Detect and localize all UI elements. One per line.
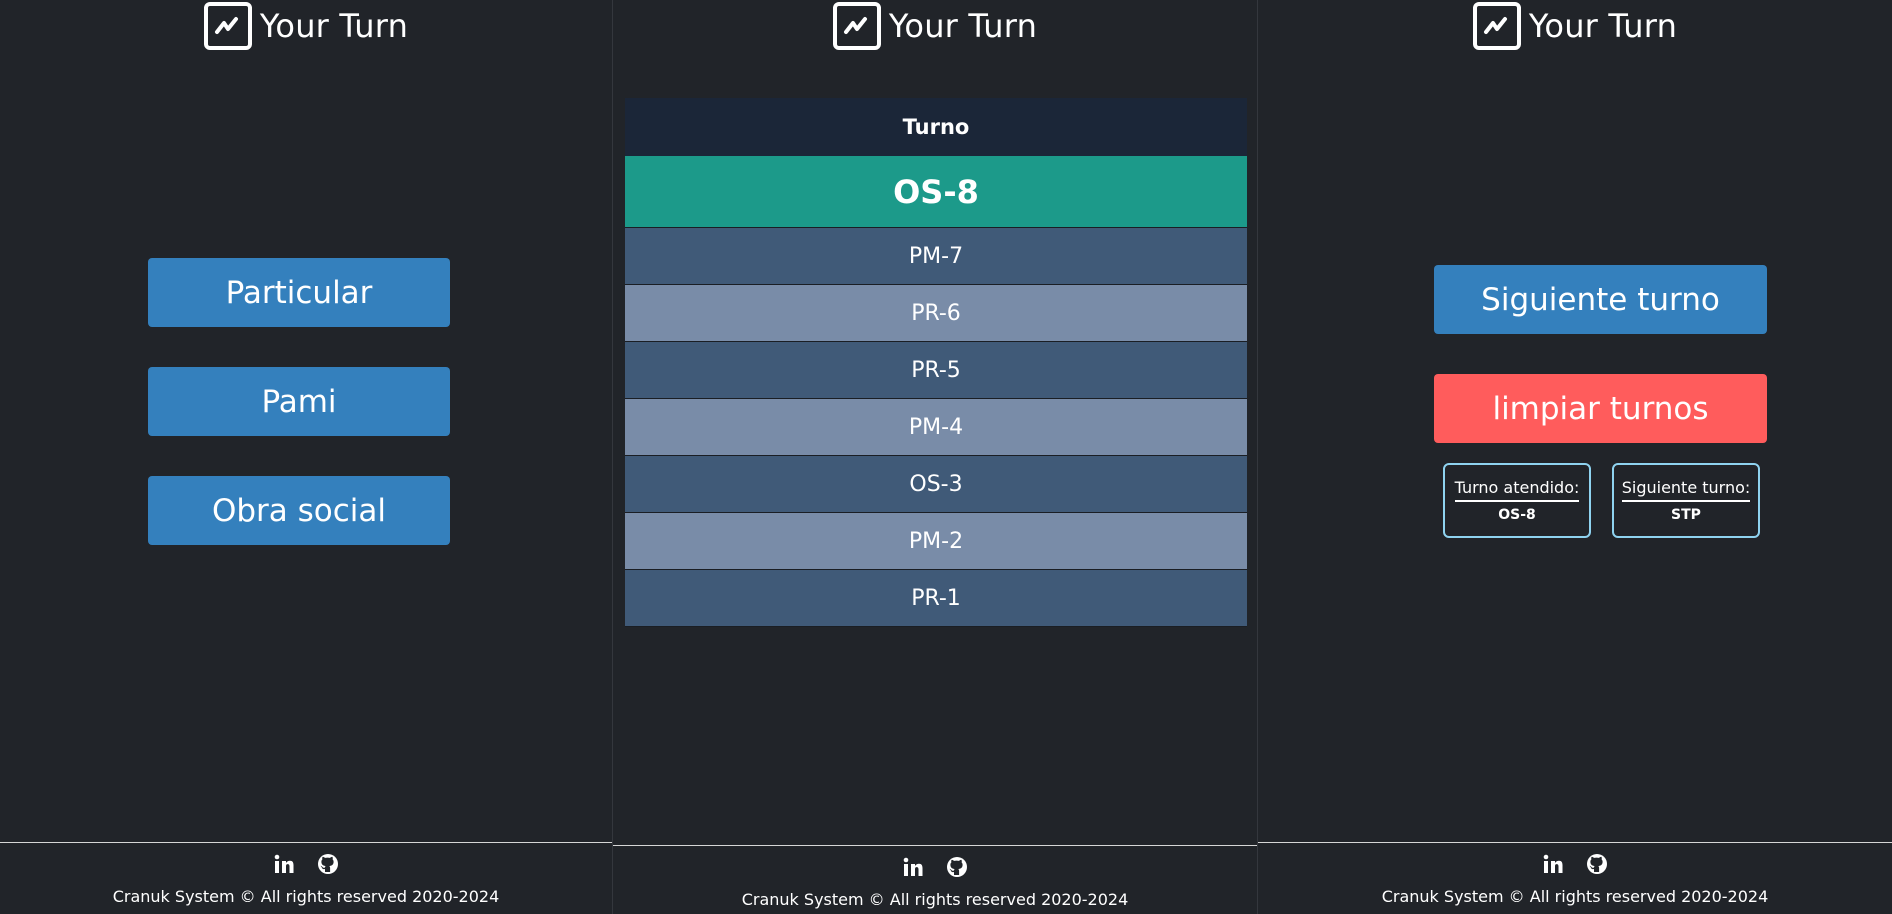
table-header: Turno	[625, 98, 1247, 156]
brand-header: Your Turn	[1258, 2, 1892, 50]
obra-social-button[interactable]: Obra social	[148, 476, 450, 545]
clear-turns-button[interactable]: limpiar turnos	[1434, 374, 1767, 443]
github-icon[interactable]	[1586, 853, 1608, 875]
turn-table: Turno OS-8 PM-7 PR-6 PR-5 PM-4 OS-3 PM-2…	[625, 98, 1247, 627]
brand-title: Your Turn	[1528, 7, 1678, 45]
particular-button[interactable]: Particular	[148, 258, 450, 327]
table-row: PM-7	[625, 228, 1247, 285]
next-turn-value: STP	[1671, 507, 1701, 523]
trend-chart-icon	[203, 2, 252, 50]
pami-button[interactable]: Pami	[148, 367, 450, 436]
attended-turn-value: OS-8	[1498, 507, 1536, 523]
footer: Cranuk System © All rights reserved 2020…	[1258, 842, 1892, 914]
brand-title: Your Turn	[888, 7, 1038, 45]
footer: Cranuk System © All rights reserved 2020…	[613, 845, 1257, 914]
panel-turn-display: Your Turn Turno OS-8 PM-7 PR-6 PR-5 PM-4…	[613, 0, 1257, 914]
copyright-text: Cranuk System © All rights reserved 2020…	[741, 890, 1129, 909]
next-turn-card: Siguiente turno: STP	[1612, 463, 1760, 538]
footer: Cranuk System © All rights reserved 2020…	[0, 842, 612, 914]
table-row: PR-1	[625, 570, 1247, 627]
linkedin-icon[interactable]	[1542, 853, 1564, 875]
attended-turn-label: Turno atendido:	[1454, 478, 1580, 502]
copyright-text: Cranuk System © All rights reserved 2020…	[112, 887, 500, 906]
attended-turn-card: Turno atendido: OS-8	[1443, 463, 1591, 538]
panel-turn-control: Your Turn Siguiente turno limpiar turnos…	[1258, 0, 1892, 914]
trend-chart-icon	[1472, 2, 1521, 50]
panel-turn-selector: Your Turn Particular Pami Obra social Cr…	[0, 0, 612, 914]
current-turn: OS-8	[625, 156, 1247, 228]
brand-title: Your Turn	[259, 7, 409, 45]
brand-header: Your Turn	[0, 2, 612, 50]
brand-header: Your Turn	[613, 2, 1257, 50]
linkedin-icon[interactable]	[902, 856, 924, 878]
linkedin-icon[interactable]	[273, 853, 295, 875]
next-turn-label: Siguiente turno:	[1621, 478, 1751, 502]
table-row: PR-5	[625, 342, 1247, 399]
table-row: PR-6	[625, 285, 1247, 342]
github-icon[interactable]	[317, 853, 339, 875]
next-turn-button[interactable]: Siguiente turno	[1434, 265, 1767, 334]
table-row: OS-3	[625, 456, 1247, 513]
copyright-text: Cranuk System © All rights reserved 2020…	[1381, 887, 1769, 906]
github-icon[interactable]	[946, 856, 968, 878]
table-row: PM-4	[625, 399, 1247, 456]
trend-chart-icon	[832, 2, 881, 50]
table-row: PM-2	[625, 513, 1247, 570]
